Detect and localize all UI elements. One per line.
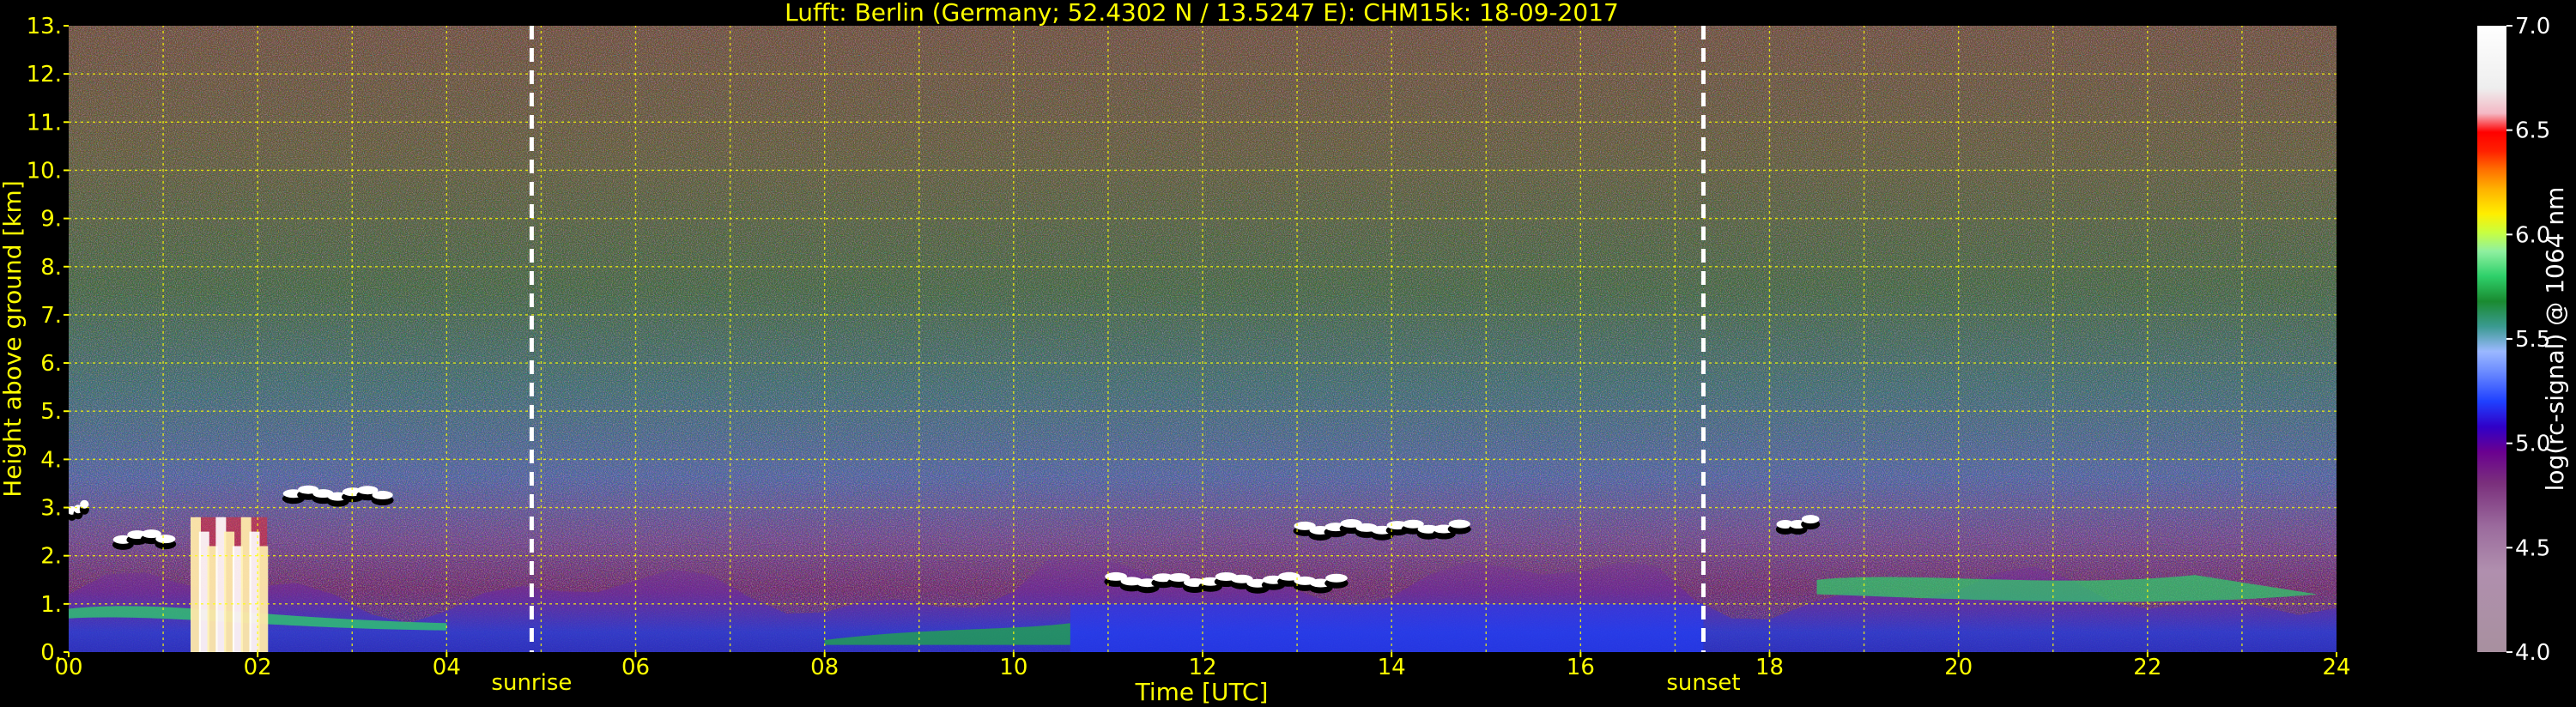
y-tick-label: 0.: [40, 640, 62, 666]
colorbar-gradient: [2477, 26, 2506, 652]
precipitation-streak: [258, 546, 269, 652]
x-tick-label: 22: [2133, 655, 2161, 680]
x-tick-label: 18: [1755, 655, 1784, 680]
y-tick-label: 3.: [40, 496, 62, 522]
dense-aerosol-layer: [1070, 603, 1704, 652]
colorbar: 4.04.55.05.56.06.57.0 log(rc-signal) @ 1…: [2477, 14, 2569, 666]
y-tick-label: 13.: [27, 14, 62, 39]
x-tick-label: 12: [1188, 655, 1216, 680]
chart: Lufft: Berlin (Germany; 52.4302 N / 13.5…: [0, 0, 2569, 706]
colorbar-title: log(rc-signal) @ 1064 nm: [2541, 187, 2569, 492]
plot-area: [69, 26, 2337, 652]
y-tick-label: 6.: [40, 351, 62, 377]
sunrise-label: sunrise: [491, 670, 572, 696]
cloud-top: [1448, 519, 1470, 529]
colorbar-tick-label: 7.0: [2515, 14, 2550, 39]
y-tick-label: 2.: [40, 544, 62, 570]
y-tick-label: 7.: [40, 303, 62, 329]
cloud-top: [1325, 573, 1348, 583]
x-tick-label: 24: [2322, 655, 2350, 680]
x-tick-label: 04: [433, 655, 461, 680]
x-tick-label: 14: [1378, 655, 1406, 680]
lidar-quicklook-page: { "chart_data": { "type": "heatmap", "ti…: [0, 0, 2576, 707]
y-tick-label: 10.: [27, 158, 62, 184]
cloud-top: [372, 491, 393, 500]
cloud-top: [1801, 515, 1820, 524]
colorbar-tick-label: 4.0: [2515, 640, 2550, 666]
x-tick-label: 08: [810, 655, 839, 680]
colorbar-tick-label: 6.5: [2515, 118, 2550, 144]
y-tick-label: 1.: [40, 592, 62, 618]
y-tick-label: 5.: [40, 399, 62, 425]
y-tick-label: 9.: [40, 207, 62, 233]
y-tick-label: 12.: [27, 62, 62, 88]
y-tick-label: 8.: [40, 255, 62, 281]
y-tick-label: 4.: [40, 447, 62, 473]
x-tick-label: 10: [999, 655, 1027, 680]
x-tick-label: 06: [621, 655, 650, 680]
x-axis-title: Time [UTC]: [1135, 678, 1269, 706]
colorbar-tick-label: 4.5: [2515, 535, 2550, 561]
cloud-top: [155, 535, 176, 544]
x-tick-label: 20: [1944, 655, 1973, 680]
x-tick-label: 02: [244, 655, 272, 680]
y-tick-label: 11.: [27, 110, 62, 136]
x-tick-label: 16: [1567, 655, 1595, 680]
y-axis-title: Height above ground [km]: [0, 180, 27, 498]
chart-title: Lufft: Berlin (Germany; 52.4302 N / 13.5…: [785, 0, 1619, 27]
sunset-label: sunset: [1666, 670, 1740, 696]
